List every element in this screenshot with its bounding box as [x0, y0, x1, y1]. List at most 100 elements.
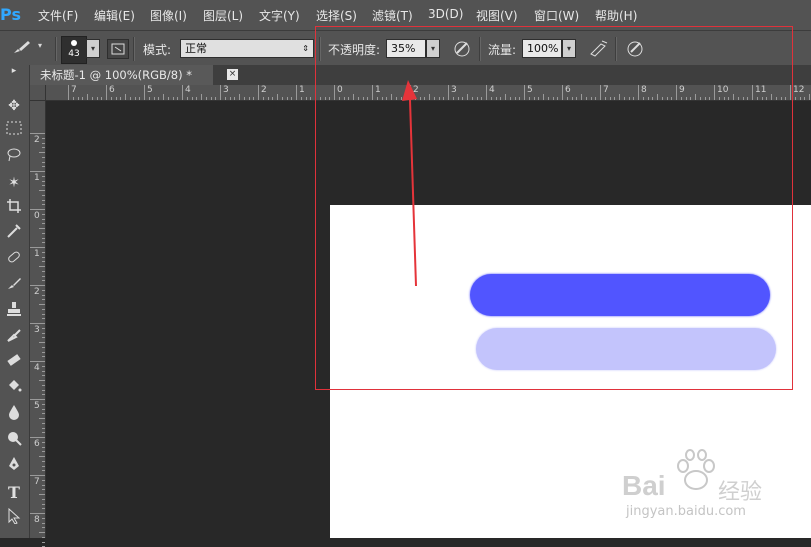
ruler-origin[interactable]: [30, 85, 46, 101]
magic-wand-tool-icon[interactable]: ✶: [3, 172, 25, 194]
type-tool-icon[interactable]: T: [3, 482, 25, 504]
ruler-minor-tick: [281, 97, 283, 100]
menu-image[interactable]: 图像(I): [150, 7, 187, 24]
ruler-minor-tick: [42, 275, 45, 277]
chevron-down-icon[interactable]: ▾: [38, 41, 42, 50]
ruler-label: 7: [71, 85, 77, 95]
ruler-minor-tick: [201, 94, 202, 100]
brush-panel-toggle-icon[interactable]: [107, 39, 129, 59]
menu-edit[interactable]: 编辑(E): [94, 7, 135, 24]
ruler-minor-tick: [42, 470, 45, 472]
ruler-minor-tick: [42, 270, 45, 272]
brush-tool-icon[interactable]: [3, 275, 25, 297]
menu-window[interactable]: 窗口(W): [534, 7, 579, 24]
eyedropper-tool-icon[interactable]: [3, 223, 25, 245]
annotation-arrow-icon: [402, 80, 417, 286]
ruler-minor-tick: [39, 152, 45, 153]
document-tab[interactable]: 未标题-1 @ 100%(RGB/8) *: [30, 65, 213, 85]
ruler-minor-tick: [91, 97, 93, 100]
ruler-tick: [30, 209, 45, 210]
ruler-tick: [30, 323, 45, 324]
ruler-minor-tick: [158, 97, 160, 100]
mode-value: 正常: [185, 42, 207, 55]
ruler-minor-tick: [42, 451, 45, 453]
ruler-minor-tick: [125, 94, 126, 100]
eraser-tool-icon[interactable]: [3, 352, 25, 374]
ruler-minor-tick: [42, 508, 45, 510]
menu-layer[interactable]: 图层(L): [203, 7, 243, 24]
blur-tool-icon[interactable]: [3, 404, 25, 426]
path-selection-tool-icon[interactable]: [3, 507, 25, 530]
crop-tool-icon[interactable]: [3, 198, 25, 220]
toolbox-collapse-icon[interactable]: ▸: [3, 65, 25, 77]
ruler-label: 1: [34, 173, 40, 183]
ruler-label: 2: [34, 287, 40, 297]
pen-tool-icon[interactable]: [3, 456, 25, 478]
ruler-minor-tick: [42, 356, 45, 358]
ruler-minor-tick: [42, 370, 45, 372]
brush-icon[interactable]: [12, 39, 32, 59]
ruler-minor-tick: [42, 332, 45, 334]
ruler-minor-tick: [42, 489, 45, 491]
ruler-minor-tick: [42, 237, 45, 239]
ruler-minor-tick: [39, 228, 45, 229]
lasso-tool-icon[interactable]: [3, 146, 25, 168]
dodge-tool-icon[interactable]: [3, 430, 25, 452]
menu-3d[interactable]: 3D(D): [428, 7, 463, 21]
ruler-minor-tick: [42, 218, 45, 220]
ruler-tick: [258, 85, 259, 100]
healing-brush-tool-icon[interactable]: [3, 249, 25, 271]
ruler-minor-tick: [42, 446, 45, 448]
ruler-label: 1: [299, 85, 305, 95]
photoshop-logo: Ps: [0, 5, 21, 24]
menu-file[interactable]: 文件(F): [38, 7, 78, 24]
paw-logo-icon: [677, 449, 715, 490]
ruler-minor-tick: [42, 256, 45, 258]
ruler-minor-tick: [42, 308, 45, 310]
ruler-minor-tick: [42, 327, 45, 329]
move-tool-icon[interactable]: ✥: [3, 95, 25, 117]
ruler-minor-tick: [42, 337, 45, 339]
ruler-minor-tick: [243, 97, 245, 100]
ruler-minor-tick: [39, 532, 45, 533]
close-icon[interactable]: ×: [227, 69, 238, 80]
ruler-minor-tick: [42, 522, 45, 524]
menu-help[interactable]: 帮助(H): [595, 7, 637, 24]
ruler-minor-tick: [115, 97, 117, 100]
ruler-minor-tick: [262, 97, 264, 100]
ruler-label: 4: [34, 363, 40, 373]
ruler-tick: [30, 361, 45, 362]
menu-select[interactable]: 选择(S): [316, 7, 357, 24]
ruler-minor-tick: [248, 97, 250, 100]
ruler-minor-tick: [177, 97, 179, 100]
marquee-tool-icon[interactable]: [3, 120, 25, 142]
ruler-minor-tick: [42, 346, 45, 348]
paint-bucket-tool-icon[interactable]: [3, 378, 25, 400]
history-brush-tool-icon[interactable]: [3, 327, 25, 349]
clone-stamp-tool-icon[interactable]: [3, 301, 25, 323]
ruler-minor-tick: [42, 294, 45, 296]
menu-view[interactable]: 视图(V): [476, 7, 518, 24]
ruler-label: 7: [34, 477, 40, 487]
ruler-minor-tick: [42, 365, 45, 367]
menu-type[interactable]: 文字(Y): [259, 7, 300, 24]
ruler-minor-tick: [39, 380, 45, 381]
ruler-minor-tick: [42, 161, 45, 163]
ruler-minor-tick: [39, 266, 45, 267]
ruler-minor-tick: [42, 465, 45, 467]
ruler-minor-tick: [42, 541, 45, 543]
ruler-label: 4: [185, 85, 191, 95]
ruler-minor-tick: [129, 97, 131, 100]
ruler-minor-tick: [39, 304, 45, 305]
mode-select[interactable]: 正常 ⇕: [180, 39, 314, 58]
ruler-label: 1: [34, 249, 40, 259]
ruler-minor-tick: [42, 199, 45, 201]
brush-tip-dot: [71, 40, 77, 46]
menu-filter[interactable]: 滤镜(T): [372, 7, 413, 24]
brush-preset-dropdown[interactable]: ▾: [86, 39, 100, 58]
brush-preset-picker[interactable]: 43: [61, 36, 87, 64]
ruler-minor-tick: [96, 97, 98, 100]
ruler-minor-tick: [139, 97, 141, 100]
ruler-minor-tick: [39, 190, 45, 191]
ruler-minor-tick: [267, 97, 269, 100]
